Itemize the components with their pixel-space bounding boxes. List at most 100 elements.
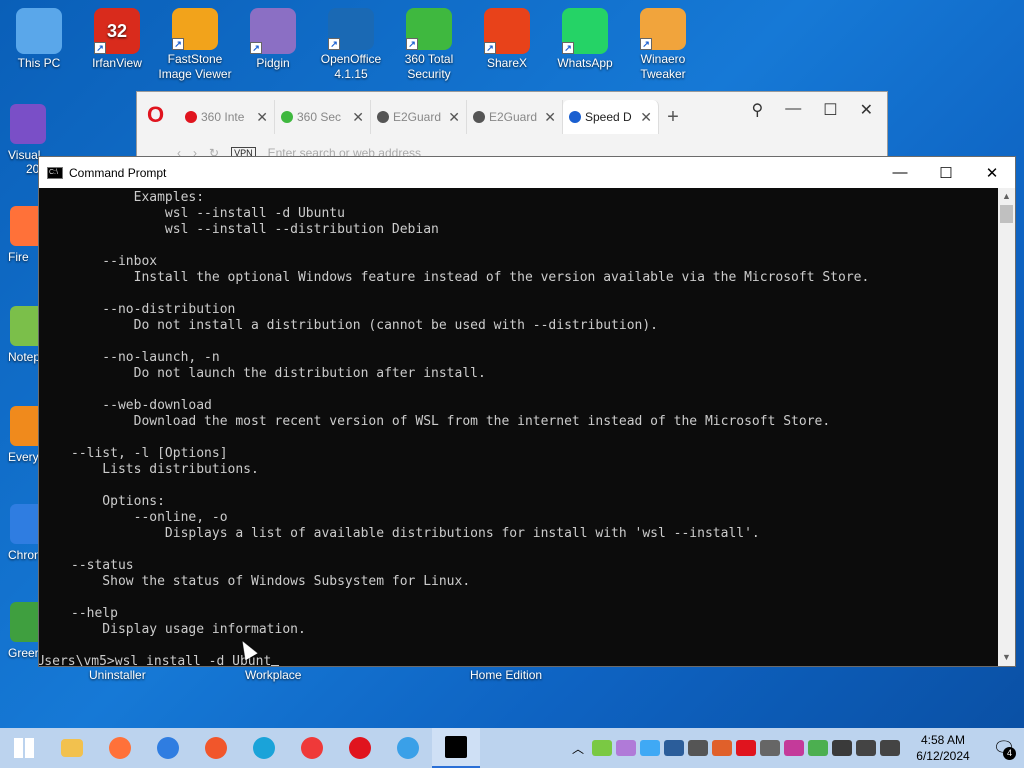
desktop-item-firefox[interactable]: Fire <box>0 202 46 290</box>
browser-tab[interactable]: Speed D ✕ <box>563 100 659 134</box>
taskbar: ︿ 4:58 AM 6/12/2024 🗨 4 <box>0 728 1024 768</box>
action-center-button[interactable]: 🗨 4 <box>984 728 1024 768</box>
visual-studio-icon <box>10 104 46 144</box>
desktop-item-winaero[interactable]: ↗ Winaero Tweaker <box>624 4 702 82</box>
command-input-line[interactable]: C:\Users\vm5>wsl install -d Ubunt <box>39 654 998 666</box>
network-icon[interactable] <box>856 740 876 756</box>
irfanview-icon: 32 ↗ <box>94 8 140 54</box>
browser-tab[interactable]: E2Guard ✕ <box>371 100 467 134</box>
desktop-item-visual-studio[interactable]: Visual 20 <box>0 100 46 188</box>
taskbar-firefox[interactable] <box>96 728 144 768</box>
taskbar-tweaker[interactable] <box>384 728 432 768</box>
cmd-icon: C:\ <box>47 166 63 179</box>
tray-chrome-icon[interactable] <box>640 740 660 756</box>
scroll-up-icon[interactable]: ▲ <box>998 188 1015 205</box>
taskbar-vivaldi[interactable] <box>288 728 336 768</box>
desktop-item-openoffice[interactable]: ↗ OpenOffice 4.1.15 <box>312 4 390 82</box>
console-line: Lists distributions. <box>71 462 259 477</box>
search-icon[interactable]: ⚲ <box>752 100 764 120</box>
desktop-item-sharex[interactable]: ↗ ShareX <box>468 4 546 82</box>
browser-tab[interactable]: 360 Inte ✕ <box>179 100 275 134</box>
taskbar-chrome[interactable] <box>144 728 192 768</box>
desktop-item-irfanview[interactable]: 32 ↗ IrfanView <box>78 4 156 82</box>
console-line: --no-launch, -n <box>71 350 220 365</box>
volume-muted-icon[interactable] <box>880 740 900 756</box>
prompt-text: C:\Users\vm5>wsl install -d Ubunt <box>39 654 272 666</box>
tray-sharex-icon[interactable] <box>712 740 732 756</box>
console-line: --help <box>71 606 118 621</box>
taskbar-brave[interactable] <box>192 728 240 768</box>
console-line: --inbox <box>71 254 158 269</box>
taskbar-command-prompt[interactable] <box>432 728 480 768</box>
tray-shield-icon[interactable] <box>664 740 684 756</box>
tab-close-icon[interactable]: ✕ <box>352 109 364 126</box>
shortcut-arrow-icon: ↗ <box>328 38 340 50</box>
desktop-item-everything[interactable]: Every <box>0 402 46 490</box>
taskbar-start[interactable] <box>0 728 48 768</box>
clock-date: 6/12/2024 <box>916 749 970 763</box>
console-line: Options: <box>71 494 165 509</box>
close-icon[interactable]: ✕ <box>860 100 873 120</box>
tab-label: 360 Inte <box>201 110 245 124</box>
desktop-item-360-security[interactable]: ↗ 360 Total Security <box>390 4 468 82</box>
desktop-item-label: Chron <box>8 548 41 562</box>
desktop-item-label: Winaero Tweaker <box>640 52 686 81</box>
tray-display-icon[interactable] <box>688 740 708 756</box>
browser-tab[interactable]: 360 Sec ✕ <box>275 100 371 134</box>
scroll-thumb[interactable] <box>1000 205 1013 223</box>
vivaldi-icon <box>301 737 323 759</box>
system-tray: ︿ 4:58 AM 6/12/2024 🗨 4 <box>572 728 1024 768</box>
taskbar-file-explorer[interactable] <box>48 728 96 768</box>
taskbar-edge[interactable] <box>240 728 288 768</box>
tray-360-icon[interactable] <box>592 740 612 756</box>
maximize-button[interactable]: ☐ <box>923 164 969 182</box>
tab-label: E2Guard <box>393 110 442 124</box>
clock-time: 4:58 AM <box>920 733 966 747</box>
desktop-item-whatsapp[interactable]: ↗ WhatsApp <box>546 4 624 82</box>
tab-label: Speed D <box>585 110 632 124</box>
desktop-item-faststone[interactable]: ↗ FastStone Image Viewer <box>156 4 234 82</box>
tray-opera-icon[interactable] <box>736 740 756 756</box>
title-bar[interactable]: C:\ Command Prompt — ☐ ✕ <box>39 157 1015 188</box>
browser-tab[interactable]: E2Guard ✕ <box>467 100 563 134</box>
desktop-item-label: OpenOffice 4.1.15 <box>320 52 382 81</box>
desktop-item-label: Fire <box>8 250 29 264</box>
taskbar-opera[interactable] <box>336 728 384 768</box>
tab-close-icon[interactable]: ✕ <box>256 109 268 126</box>
desktop-item-notepad[interactable]: Notep <box>0 302 46 390</box>
openoffice-icon: ↗ <box>328 8 374 50</box>
clock[interactable]: 4:58 AM 6/12/2024 <box>902 732 984 764</box>
minimize-button[interactable]: — <box>877 164 923 182</box>
desktop-item-chrome[interactable]: Chron <box>0 500 46 588</box>
scrollbar[interactable]: ▲ ▼ <box>998 188 1015 666</box>
desktop-item-pidgin[interactable]: ↗ Pidgin <box>234 4 312 82</box>
new-tab-button[interactable]: + <box>659 106 687 129</box>
tray-keyboard-icon[interactable] <box>832 740 852 756</box>
shortcut-arrow-icon: ↗ <box>406 38 418 50</box>
shortcut-arrow-icon: ↗ <box>250 42 262 54</box>
desktop-item-label: This PC <box>17 56 61 70</box>
tray-greenshot-icon[interactable] <box>808 740 828 756</box>
console-output[interactable]: Examples: wsl --install -d Ubuntu wsl --… <box>39 188 998 666</box>
desktop-item-greenshot[interactable]: Greer <box>0 598 46 686</box>
opera-logo-icon: O <box>147 102 165 127</box>
browser-window[interactable]: O 360 Inte ✕ 360 Sec ✕ E2Guard ✕ E2Guard ✕ Speed… <box>136 91 888 161</box>
tab-close-icon[interactable]: ✕ <box>640 109 652 126</box>
tab-close-icon[interactable]: ✕ <box>448 109 460 126</box>
tray-app-icon[interactable] <box>760 740 780 756</box>
scroll-down-icon[interactable]: ▼ <box>998 649 1015 666</box>
tray-pen-icon[interactable] <box>616 740 636 756</box>
tray-chevron-icon[interactable]: ︿ <box>572 740 584 757</box>
desktop-item-computer[interactable]: This PC <box>0 4 78 82</box>
command-prompt-window[interactable]: C:\ Command Prompt — ☐ ✕ Examples: wsl -… <box>38 156 1016 667</box>
tray-vs-icon[interactable] <box>784 740 804 756</box>
close-button[interactable]: ✕ <box>969 164 1015 182</box>
maximize-icon[interactable]: ☐ <box>823 100 837 120</box>
minimize-icon[interactable]: — <box>785 100 801 120</box>
notification-count: 4 <box>1003 747 1016 760</box>
tab-close-icon[interactable]: ✕ <box>544 109 556 126</box>
desktop-item-label: ShareX <box>486 56 528 70</box>
console-line: wsl --install --distribution Debian <box>71 222 439 237</box>
